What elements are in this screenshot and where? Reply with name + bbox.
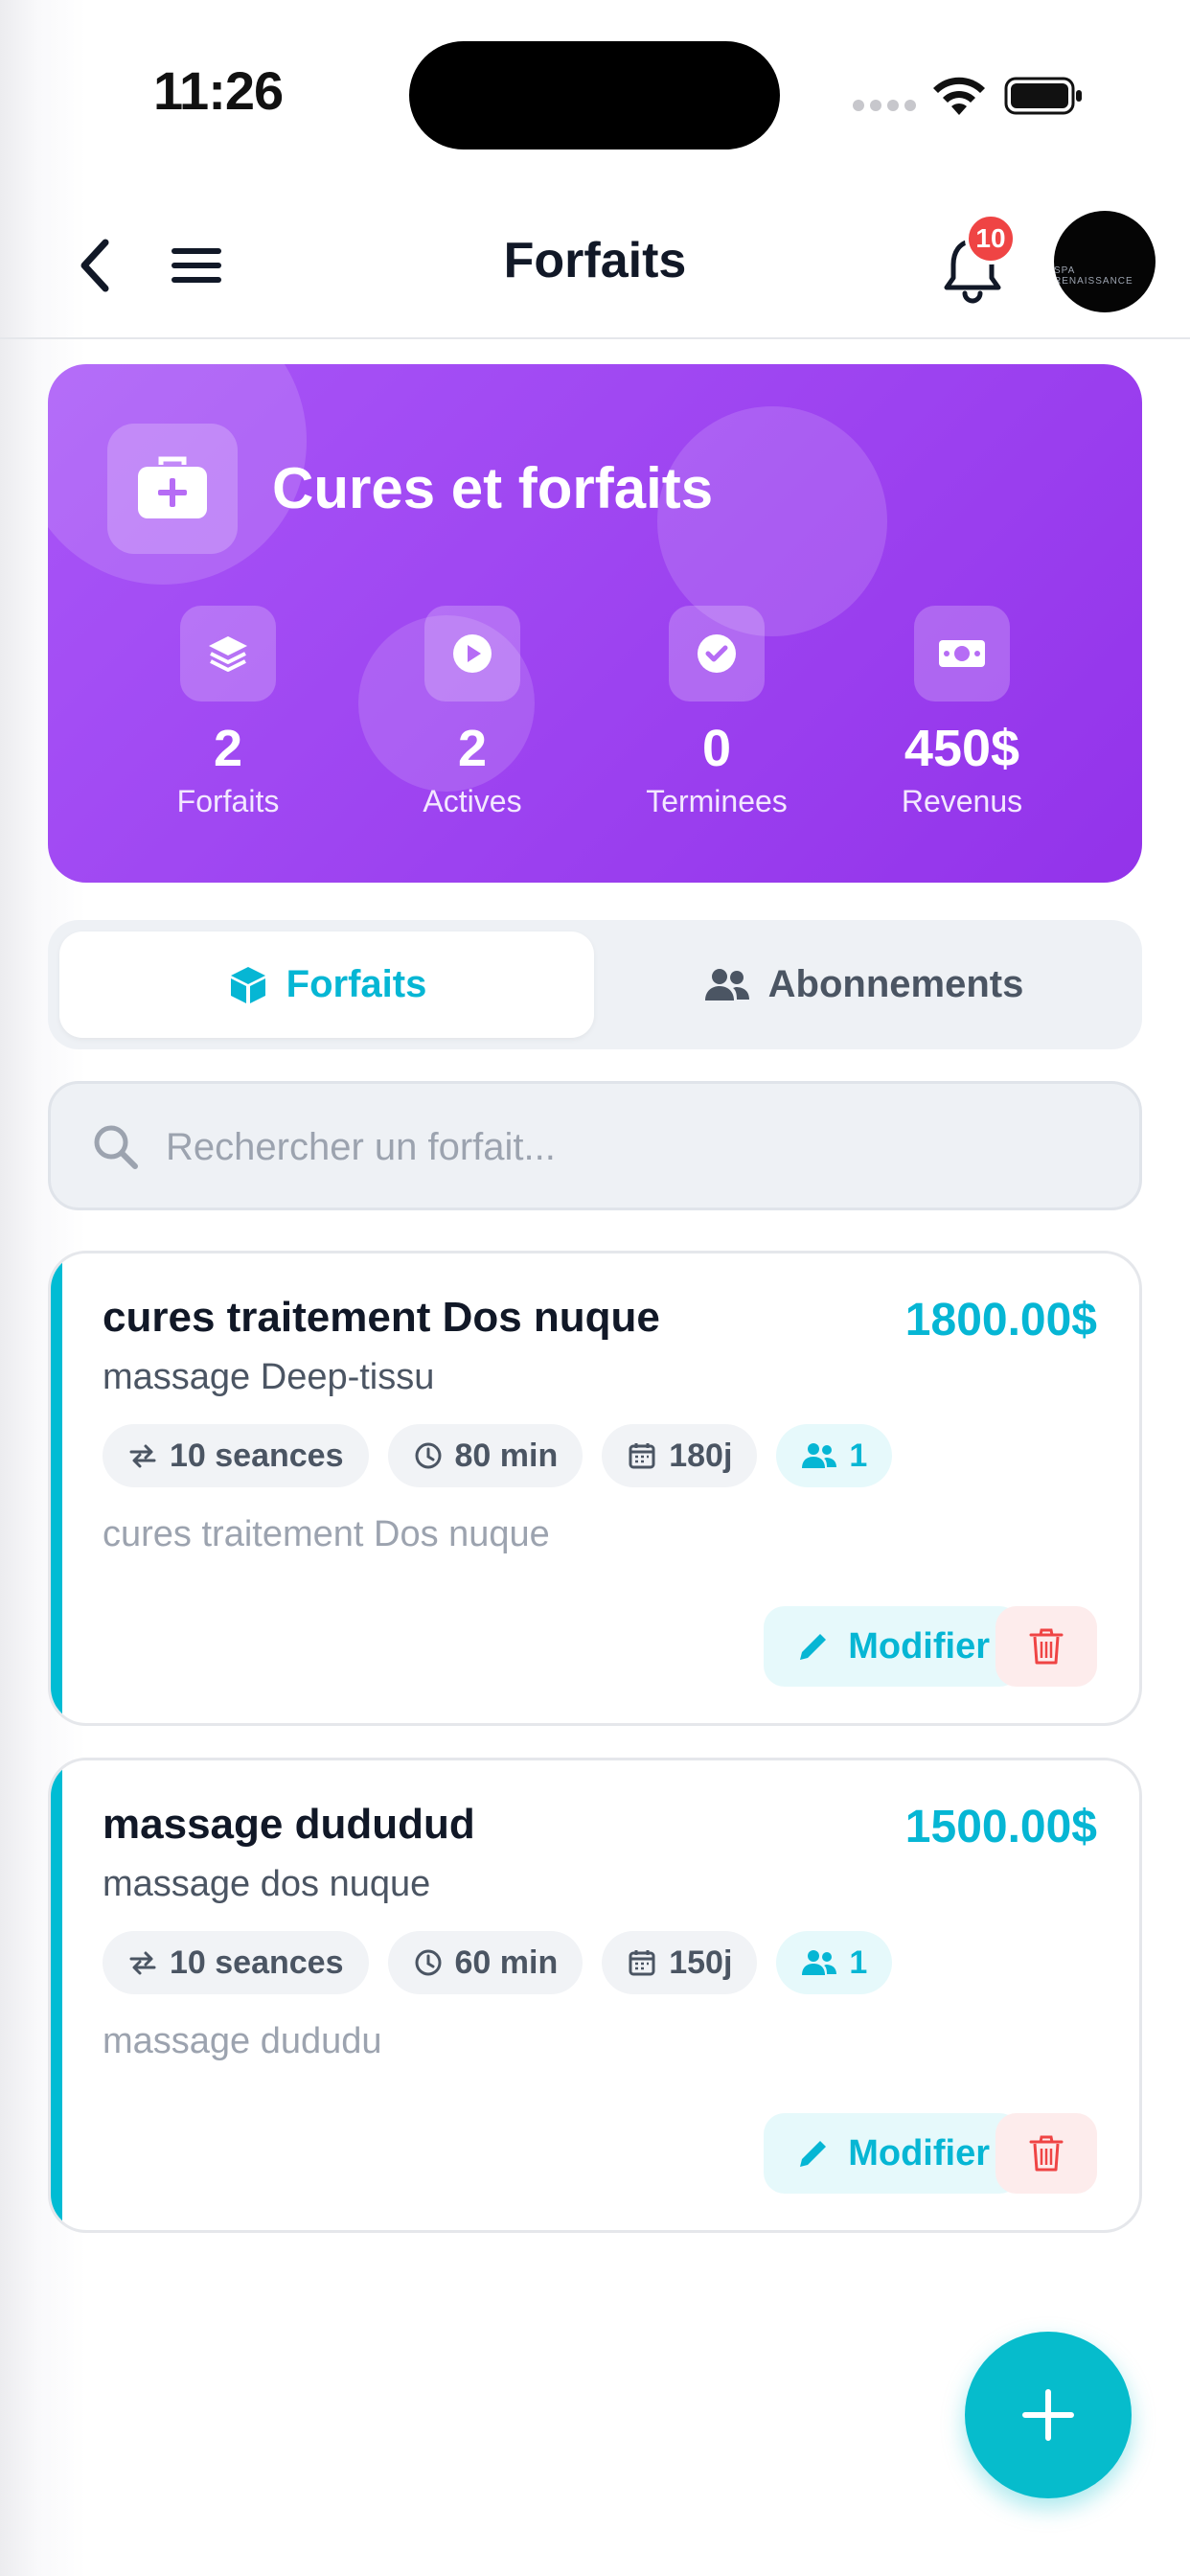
- users-icon: [704, 968, 749, 1000]
- tab-label: Abonnements: [767, 963, 1024, 1005]
- delete-button[interactable]: [995, 2113, 1097, 2194]
- sessions-chip: 10 seances: [103, 1424, 369, 1487]
- members-chip: 1: [776, 1931, 893, 1994]
- segmented-tabs: Forfaits Abonnements: [48, 920, 1142, 1049]
- stat-value: 2: [457, 720, 488, 777]
- validity-text: 180j: [669, 1437, 733, 1474]
- repeat-icon: [129, 1951, 156, 1975]
- repeat-icon: [129, 1444, 156, 1468]
- duration-text: 60 min: [454, 1944, 559, 1981]
- stat-label: Forfaits: [176, 784, 280, 818]
- layers-icon: [180, 606, 276, 702]
- package-title: massage dududud: [103, 1801, 475, 1848]
- package-service: massage Deep-tissu: [103, 1357, 435, 1397]
- signal-icon: [853, 100, 916, 115]
- pencil-icon: [800, 1634, 827, 1660]
- decorative-circle: [657, 406, 887, 636]
- medical-kit-icon: [107, 424, 238, 554]
- avatar[interactable]: SPA RENAISSANCE: [1054, 211, 1156, 312]
- stat-forfaits: 2 Forfaits: [113, 606, 343, 819]
- stat-actives: 2 Actives: [357, 606, 587, 819]
- package-price: 1800.00$: [904, 1295, 1097, 1346]
- wifi-icon: [933, 77, 985, 115]
- tab-forfaits[interactable]: Forfaits: [59, 932, 594, 1038]
- status-time: 11:26: [153, 60, 284, 121]
- members-chip: 1: [776, 1424, 893, 1487]
- cube-icon: [230, 966, 265, 1003]
- trash-icon: [1029, 1628, 1064, 1665]
- play-icon: [424, 606, 520, 702]
- package-price: 1500.00$: [904, 1802, 1097, 1852]
- summary-hero-card: Cures et forfaits 2 Forfaits 2 Actives 0…: [48, 364, 1142, 883]
- stat-value: 450$: [904, 720, 1020, 777]
- package-description: massage dududu: [103, 2021, 382, 2061]
- edit-button-label: Modifier: [848, 1625, 990, 1667]
- card-accent-bar: [51, 1254, 62, 1723]
- tab-label: Forfaits: [286, 963, 427, 1005]
- stat-value: 2: [213, 720, 243, 777]
- app-screen: 11:26 Forfaits 10 SPA RENAISSANCE Cures …: [0, 0, 1190, 2576]
- validity-text: 150j: [669, 1944, 733, 1981]
- pencil-icon: [800, 2141, 827, 2167]
- stat-terminees: 0 Terminees: [602, 606, 832, 819]
- validity-chip: 150j: [602, 1931, 758, 1994]
- validity-chip: 180j: [602, 1424, 758, 1487]
- battery-icon: [1004, 77, 1082, 115]
- package-chips: 10 seances 60 min 150j 1: [103, 1931, 893, 1994]
- sessions-chip: 10 seances: [103, 1931, 369, 1994]
- clock-icon: [415, 1442, 441, 1469]
- calendar-icon: [629, 1443, 655, 1469]
- edit-button[interactable]: Modifier: [764, 1606, 1020, 1687]
- stat-value: 0: [701, 720, 732, 777]
- plus-icon: [1022, 2389, 1074, 2441]
- avatar-logo-text: SPA RENAISSANCE: [1054, 265, 1133, 287]
- top-app-bar: Forfaits 10 SPA RENAISSANCE: [0, 192, 1190, 339]
- search-bar: [48, 1081, 1142, 1210]
- stat-label: Actives: [423, 784, 522, 818]
- trash-icon: [1029, 2135, 1064, 2172]
- duration-chip: 80 min: [387, 1424, 584, 1487]
- package-description: cures traitement Dos nuque: [103, 1514, 550, 1554]
- search-icon: [94, 1125, 138, 1169]
- package-card[interactable]: cures traitement Dos nuque 1800.00$ mass…: [48, 1251, 1142, 1726]
- stat-revenus: 450$ Revenus: [847, 606, 1077, 819]
- stat-label: Revenus: [901, 784, 1023, 818]
- notification-badge: 10: [965, 213, 1017, 264]
- edit-button[interactable]: Modifier: [764, 2113, 1020, 2194]
- package-service: massage dos nuque: [103, 1864, 431, 1904]
- duration-text: 80 min: [454, 1437, 559, 1474]
- package-title: cures traitement Dos nuque: [103, 1294, 660, 1341]
- add-package-button[interactable]: [965, 2332, 1132, 2498]
- check-circle-icon: [669, 606, 765, 702]
- money-icon: [914, 606, 1010, 702]
- package-card[interactable]: massage dududud 1500.00$ massage dos nuq…: [48, 1758, 1142, 2233]
- search-input[interactable]: [164, 1113, 1107, 1182]
- sessions-text: 10 seances: [170, 1944, 344, 1981]
- card-accent-bar: [51, 1760, 62, 2230]
- users-icon: [802, 1950, 837, 1975]
- stat-label: Terminees: [646, 784, 788, 818]
- tab-abonnements[interactable]: Abonnements: [596, 932, 1131, 1038]
- users-icon: [802, 1443, 837, 1468]
- edit-button-label: Modifier: [848, 2132, 990, 2174]
- hero-title: Cures et forfaits: [272, 456, 714, 520]
- members-text: 1: [849, 1944, 868, 1981]
- package-chips: 10 seances 80 min 180j 1: [103, 1424, 893, 1487]
- duration-chip: 60 min: [387, 1931, 584, 1994]
- members-text: 1: [849, 1437, 868, 1474]
- calendar-icon: [629, 1950, 655, 1976]
- sessions-text: 10 seances: [170, 1437, 344, 1474]
- dynamic-island: [409, 41, 780, 150]
- clock-icon: [415, 1949, 441, 1976]
- delete-button[interactable]: [995, 1606, 1097, 1687]
